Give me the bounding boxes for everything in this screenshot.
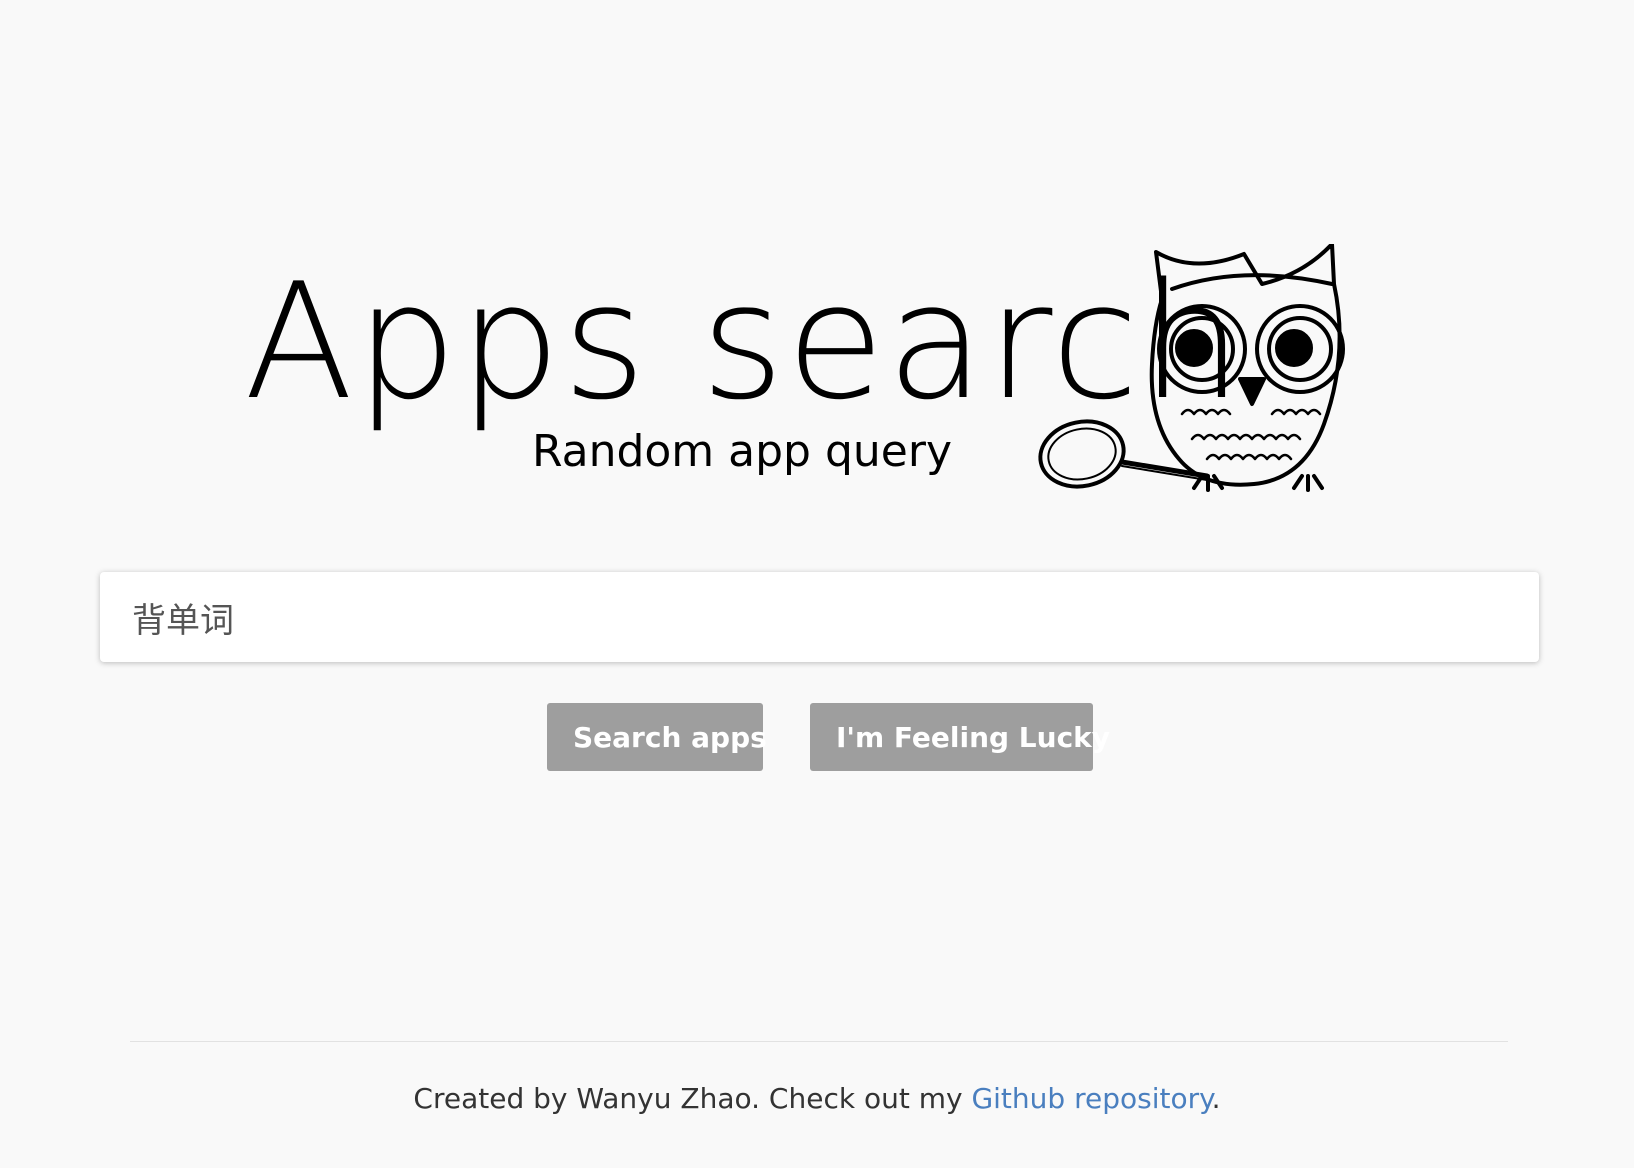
logo-subtitle: Random app query xyxy=(532,426,952,477)
footer: Created by Wanyu Zhao. Check out my Gith… xyxy=(0,1082,1634,1115)
search-box[interactable] xyxy=(100,572,1539,662)
github-repository-link[interactable]: Github repository xyxy=(971,1082,1211,1115)
feeling-lucky-button[interactable]: I'm Feeling Lucky xyxy=(810,703,1110,771)
footer-divider xyxy=(130,1041,1508,1042)
footer-period: . xyxy=(1211,1082,1221,1115)
logo: Apps search Random app query xyxy=(232,244,1402,514)
search-input[interactable] xyxy=(132,572,1539,662)
search-apps-button[interactable]: Search apps xyxy=(547,703,767,771)
footer-credit-text: Created by Wanyu Zhao. Check out my xyxy=(413,1082,972,1115)
owl-with-magnifier-icon xyxy=(1038,244,1345,492)
